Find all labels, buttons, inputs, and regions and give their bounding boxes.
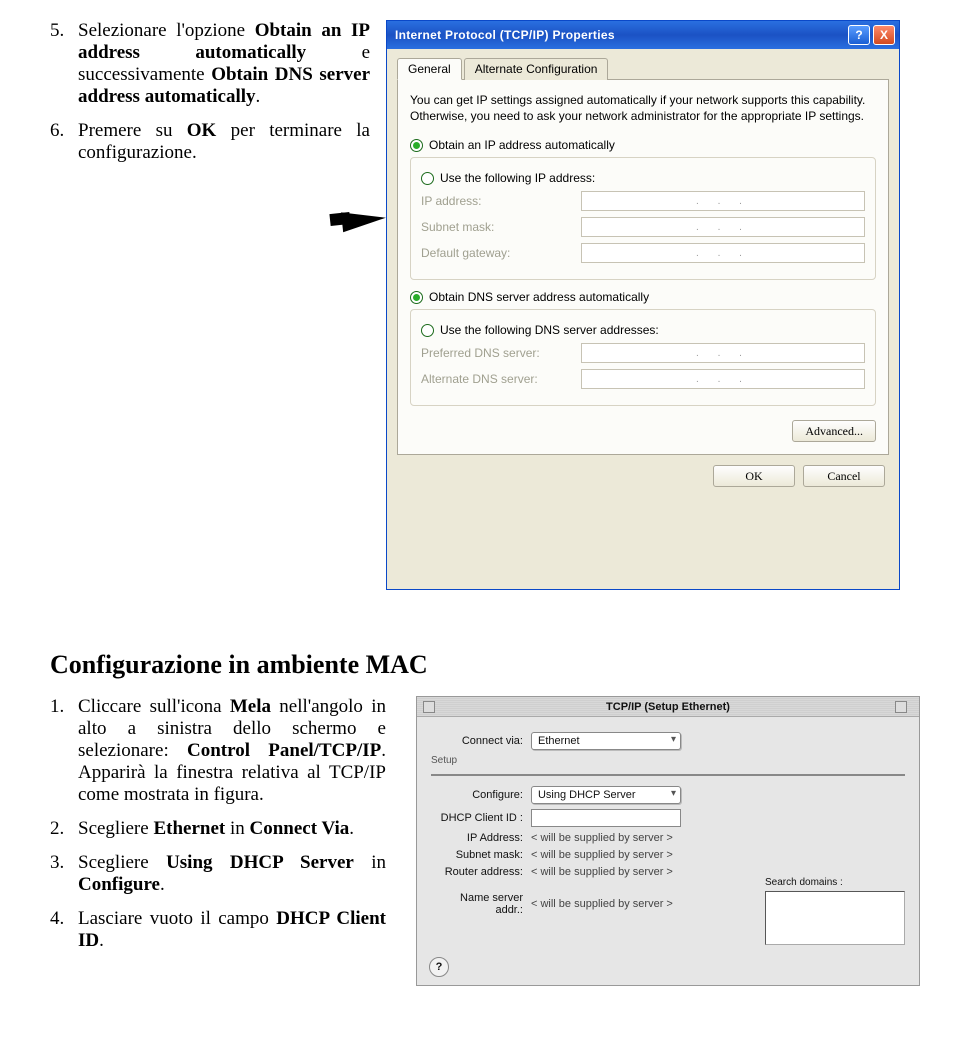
dialog-title: Internet Protocol (TCP/IP) Properties xyxy=(391,28,845,42)
label-router-address: Router address: xyxy=(431,866,531,878)
mac-instruction-3: 3. Scegliere Using DHCP Server in Config… xyxy=(50,852,386,896)
label-name-server: Name server addr.: xyxy=(431,892,531,916)
divider xyxy=(431,774,905,776)
advanced-button[interactable]: Advanced... xyxy=(792,420,876,442)
mac-instruction-4: 4. Lasciare vuoto il campo DHCP Client I… xyxy=(50,908,386,952)
label-configure: Configure: xyxy=(431,789,531,801)
label-connect-via: Connect via: xyxy=(431,735,531,747)
radio-dot-icon xyxy=(421,172,434,185)
label-search-domains: Search domains : xyxy=(765,877,905,888)
instruction-5: 5. Selezionare l'opzione Obtain an IP ad… xyxy=(50,20,370,108)
help-icon[interactable]: ? xyxy=(429,957,449,977)
radio-use-following-ip[interactable]: Use the following IP address: xyxy=(421,171,865,185)
ok-button[interactable]: OK xyxy=(713,465,795,487)
item-number: 6. xyxy=(50,120,78,164)
label-alternate-dns: Alternate DNS server: xyxy=(421,372,581,386)
dhcp-client-id-field[interactable] xyxy=(531,809,681,827)
default-gateway-field[interactable]: . . . xyxy=(581,243,865,263)
instruction-6: 6. Premere su OK per terminare la config… xyxy=(50,120,370,164)
preferred-dns-field[interactable]: . . . xyxy=(581,343,865,363)
pointer-arrow-head xyxy=(341,208,387,232)
label-subnet-mask: Subnet mask: xyxy=(431,849,531,861)
radio-obtain-dns-auto[interactable]: Obtain DNS server address automatically xyxy=(410,290,876,304)
value-ip-address: < will be supplied by server > xyxy=(531,832,673,844)
label-dhcp-client-id: DHCP Client ID : xyxy=(431,812,531,824)
label-subnet-mask: Subnet mask: xyxy=(421,220,581,234)
alternate-dns-field[interactable]: . . . xyxy=(581,369,865,389)
tab-general[interactable]: General xyxy=(397,58,462,80)
radio-obtain-ip-auto[interactable]: Obtain an IP address automatically xyxy=(410,138,876,152)
configure-select[interactable]: Using DHCP Server xyxy=(531,786,681,804)
item-number: 5. xyxy=(50,20,78,108)
subnet-mask-field[interactable]: . . . xyxy=(581,217,865,237)
value-subnet-mask: < will be supplied by server > xyxy=(531,849,673,861)
dialog-titlebar: Internet Protocol (TCP/IP) Properties ? … xyxy=(387,21,899,49)
value-name-server: < will be supplied by server > xyxy=(531,898,673,910)
mac-close-box-icon[interactable] xyxy=(423,701,435,713)
ip-address-field[interactable]: . . . xyxy=(581,191,865,211)
radio-dot-icon xyxy=(410,139,423,152)
value-router-address: < will be supplied by server > xyxy=(531,866,673,878)
label-preferred-dns: Preferred DNS server: xyxy=(421,346,581,360)
radio-use-following-dns[interactable]: Use the following DNS server addresses: xyxy=(421,323,865,337)
connect-via-select[interactable]: Ethernet xyxy=(531,732,681,750)
radio-dot-icon xyxy=(410,291,423,304)
mac-zoom-box-icon[interactable] xyxy=(895,701,907,713)
label-setup: Setup xyxy=(431,755,905,766)
label-default-gateway: Default gateway: xyxy=(421,246,581,260)
search-domains-field[interactable] xyxy=(765,891,905,945)
tab-strip: General Alternate Configuration xyxy=(397,57,889,80)
section-heading-mac: Configurazione in ambiente MAC xyxy=(50,650,920,680)
description-text: You can get IP settings assigned automat… xyxy=(410,92,876,124)
radio-dot-icon xyxy=(421,324,434,337)
label-ip-address: IP Address: xyxy=(431,832,531,844)
mac-titlebar: TCP/IP (Setup Ethernet) xyxy=(417,697,919,717)
help-button[interactable]: ? xyxy=(848,25,870,45)
label-ip-address: IP address: xyxy=(421,194,581,208)
mac-dialog-title: TCP/IP (Setup Ethernet) xyxy=(441,701,895,713)
close-button[interactable]: X xyxy=(873,25,895,45)
mac-tcpip-dialog: TCP/IP (Setup Ethernet) Connect via: Eth… xyxy=(416,696,920,986)
cancel-button[interactable]: Cancel xyxy=(803,465,885,487)
mac-instruction-2: 2. Scegliere Ethernet in Connect Via. xyxy=(50,818,386,840)
mac-instruction-1: 1. Cliccare sull'icona Mela nell'angolo … xyxy=(50,696,386,806)
tab-alternate-configuration[interactable]: Alternate Configuration xyxy=(464,58,609,80)
tcpip-properties-dialog: Internet Protocol (TCP/IP) Properties ? … xyxy=(386,20,900,590)
